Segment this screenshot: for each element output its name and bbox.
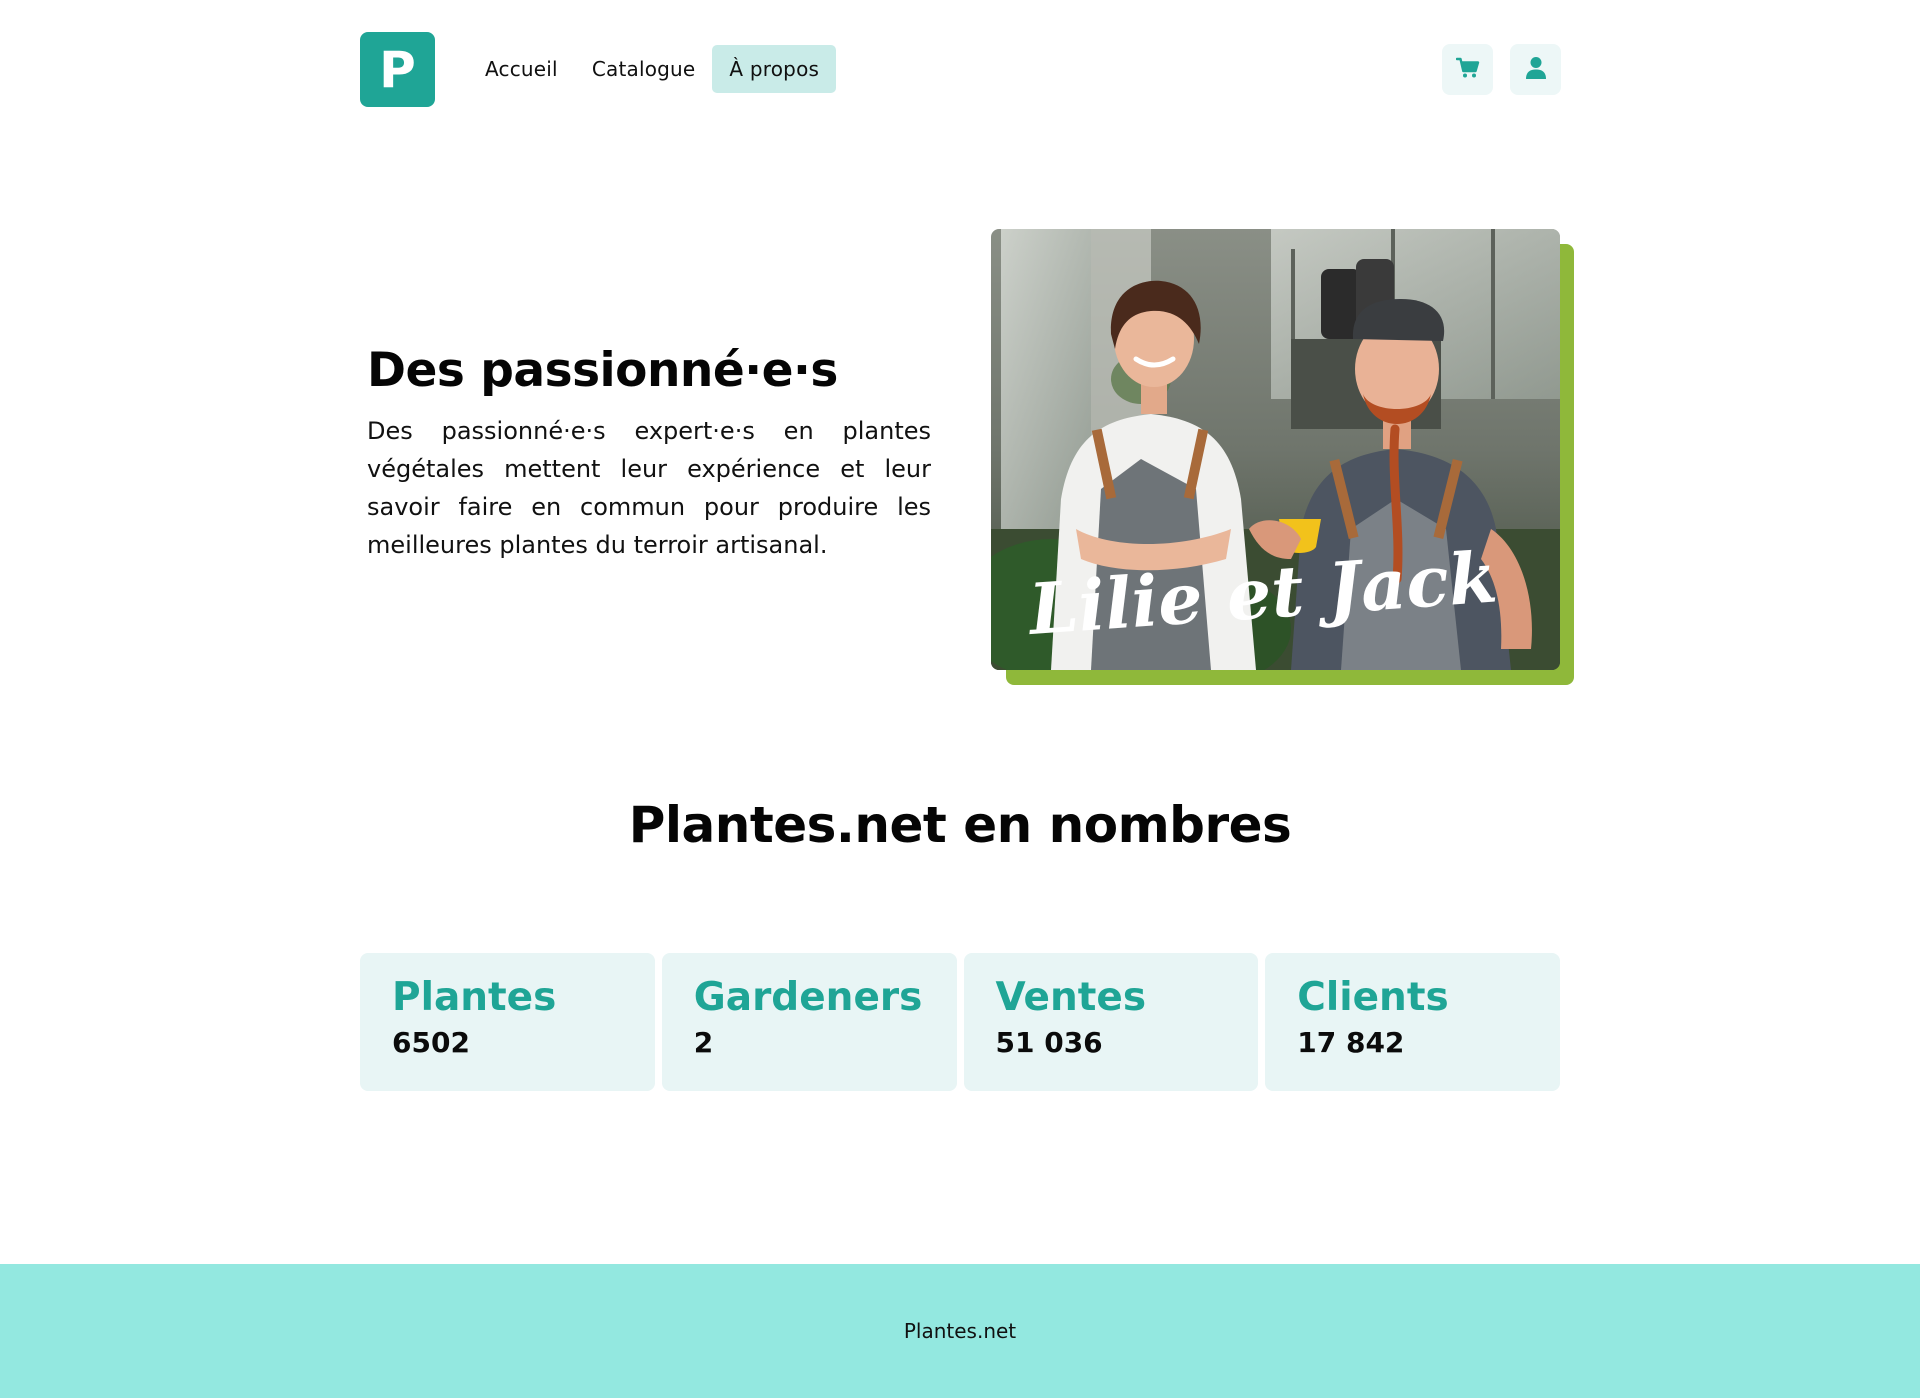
stat-value: 2 [693,1025,714,1059]
user-icon [1525,56,1547,83]
site-footer: Plantes.net [0,1264,1920,1398]
stat-label: Clients [1297,975,1449,1020]
site-logo[interactable]: P [360,32,435,107]
stat-card-ventes: Ventes 51 036 [963,953,1259,1091]
site-header: P Accueil Catalogue À propos [0,0,1920,140]
stat-card-clients: Clients 17 842 [1265,953,1560,1091]
nav-link-accueil[interactable]: Accueil [468,45,575,93]
stat-value: 17 842 [1297,1025,1405,1059]
stats-grid: Plantes 6502 Gardeners 2 Ventes 51 036 C… [360,953,1560,1091]
stat-label: Plantes [392,975,557,1020]
main-nav: Accueil Catalogue À propos [468,45,837,93]
footer-text: Plantes.net [903,1319,1017,1343]
team-photo: Lilie et Jack [991,229,1560,670]
shopping-cart-icon [1455,57,1480,82]
stat-value: 51 036 [995,1025,1103,1059]
hero-title: Des passionné·e·s [367,343,838,398]
nav-link-a-propos[interactable]: À propos [712,45,837,93]
user-account-button[interactable] [1510,44,1561,95]
nav-link-catalogue[interactable]: Catalogue [575,45,713,93]
stat-value: 6502 [392,1025,470,1059]
stats-title: Plantes.net en nombres [628,796,1292,854]
stat-card-plantes: Plantes 6502 [360,953,655,1091]
cart-button[interactable] [1442,44,1493,95]
hero-description: Des passionné·e·s expert·e·s en plantes … [367,417,931,559]
stat-card-gardeners: Gardeners 2 [661,953,957,1091]
stat-label: Ventes [995,975,1147,1020]
stat-label: Gardeners [693,975,923,1020]
